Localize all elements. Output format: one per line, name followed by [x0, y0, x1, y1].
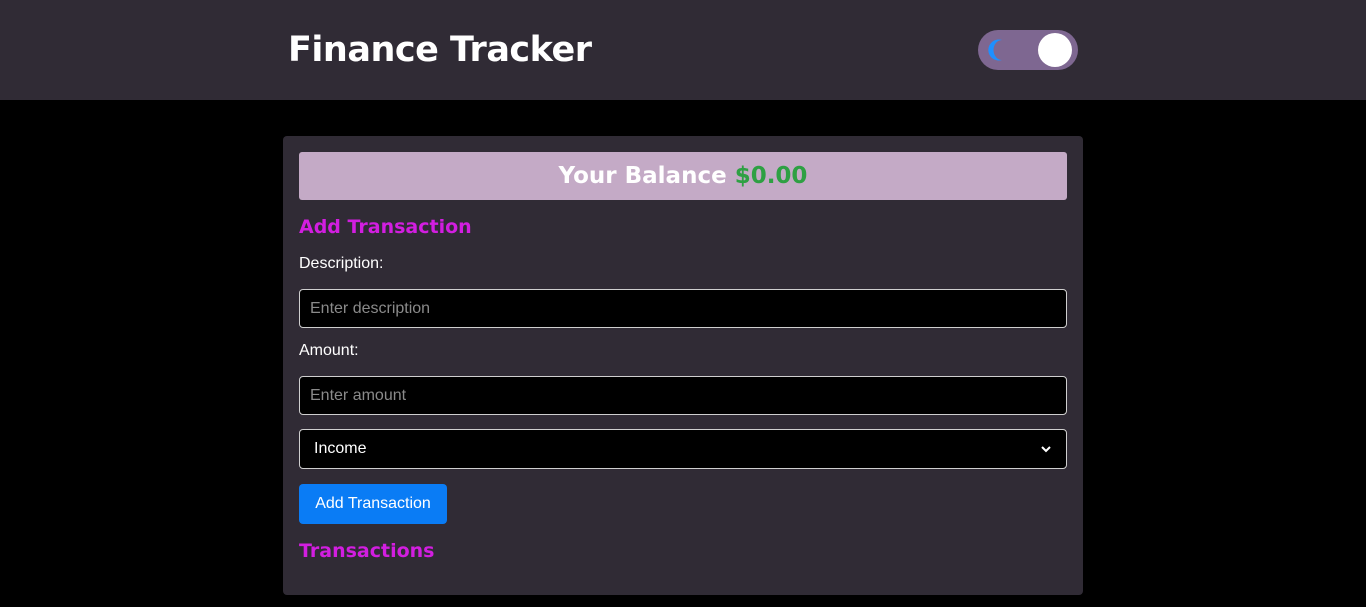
chevron-down-icon	[1041, 446, 1051, 453]
balance-label: Your Balance	[558, 163, 727, 189]
moon-icon	[988, 39, 1002, 61]
transaction-type-select[interactable]: Income	[299, 429, 1067, 469]
app-header: Finance Tracker	[0, 0, 1366, 100]
tracker-card: Your Balance $0.00 Add Transaction Descr…	[283, 136, 1083, 595]
transactions-heading: Transactions	[299, 540, 435, 562]
balance-amount: $0.00	[734, 163, 808, 189]
description-label: Description:	[299, 255, 384, 272]
balance-bar: Your Balance $0.00	[299, 152, 1067, 200]
theme-toggle[interactable]	[978, 30, 1078, 70]
amount-label: Amount:	[299, 342, 359, 359]
transaction-type-value: Income	[314, 440, 367, 457]
add-transaction-button[interactable]: Add Transaction	[299, 484, 447, 524]
add-transaction-heading: Add Transaction	[299, 216, 472, 238]
toggle-knob[interactable]	[1038, 33, 1072, 67]
description-input[interactable]	[299, 289, 1067, 328]
amount-input[interactable]	[299, 376, 1067, 415]
app-title: Finance Tracker	[288, 30, 592, 70]
